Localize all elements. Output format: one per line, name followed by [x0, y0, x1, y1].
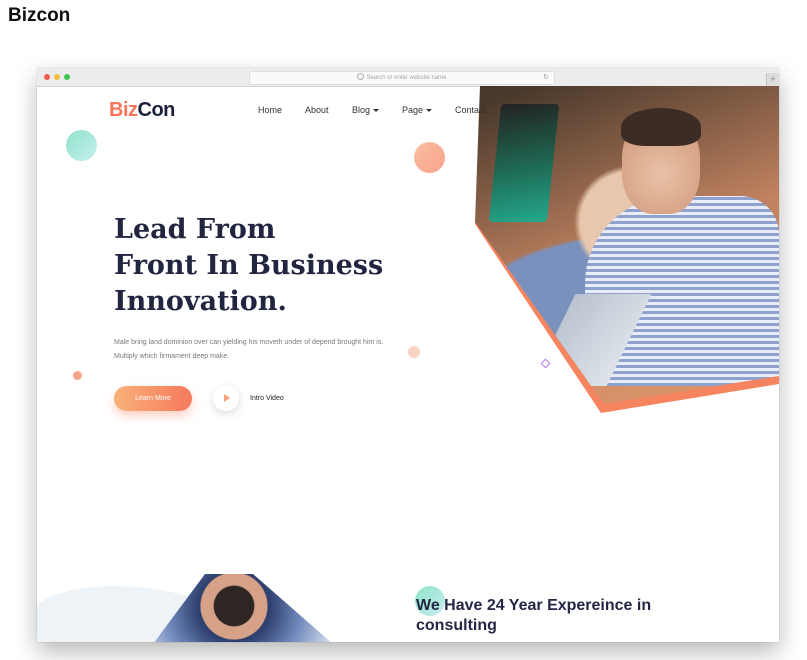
nav-item-blog[interactable]: Blog — [352, 105, 380, 115]
about-heading-line: We Have 24 Year Expereince in — [416, 597, 652, 614]
decor-diamond — [540, 358, 551, 369]
hero-description-line: Male bring land dominion over can yieldi… — [114, 339, 384, 346]
play-video-button[interactable] — [213, 385, 239, 411]
nav-item-label: About — [305, 105, 329, 115]
hero-title-line: Lead From — [114, 214, 276, 245]
hero-title-line: Innovation. — [114, 286, 287, 317]
close-window-button[interactable] — [44, 74, 50, 80]
page-heading: Bizcon — [8, 5, 71, 26]
nav-item-page[interactable]: Page — [402, 105, 433, 115]
address-bar[interactable]: Search or enter website name ↻ — [249, 71, 555, 85]
hero-title-line: Front In Business — [114, 250, 384, 281]
search-icon — [357, 73, 365, 80]
decor-bubble-coral — [414, 142, 445, 173]
chevron-down-icon — [426, 109, 433, 112]
address-placeholder: Search or enter website name — [366, 75, 447, 81]
site-logo[interactable]: BizCon — [109, 99, 175, 122]
about-heading: We Have 24 Year Expereince in consulting — [416, 596, 651, 636]
nav-item-home[interactable]: Home — [258, 105, 282, 115]
nav-item-label: Blog — [352, 105, 371, 115]
logo-part-con: Con — [137, 99, 176, 121]
nav-item-contact[interactable]: Contact — [455, 105, 486, 115]
minimize-window-button[interactable] — [54, 74, 60, 80]
nav-item-label: Home — [258, 105, 283, 115]
hero-description-line: Multiply which firmament deep make. — [114, 353, 230, 360]
decor-bubble-mint — [66, 130, 97, 161]
nav-item-label: Page — [402, 105, 424, 115]
intro-video-link[interactable]: Intro Video — [250, 395, 284, 402]
chevron-down-icon — [373, 109, 380, 112]
photo-lamp — [488, 104, 560, 222]
hero-description: Male bring land dominion over can yieldi… — [114, 336, 414, 364]
about-heading-line: consulting — [416, 617, 497, 634]
hero-title: Lead From Front In Business Innovation. — [114, 212, 383, 320]
new-tab-button[interactable]: + — [766, 73, 779, 86]
photo-person-hair — [621, 108, 701, 146]
learn-more-button[interactable]: Learn More — [114, 386, 192, 411]
logo-part-biz: Biz — [109, 99, 138, 121]
browser-window: Search or enter website name ↻ + BizCon … — [37, 68, 779, 642]
website-viewport: BizCon Home About Blog Page Contact Lead… — [37, 86, 779, 642]
reload-icon[interactable]: ↻ — [543, 72, 549, 84]
browser-titlebar: Search or enter website name ↻ + — [37, 68, 779, 87]
play-icon — [224, 394, 230, 402]
maximize-window-button[interactable] — [64, 74, 70, 80]
nav-item-about[interactable]: About — [305, 105, 329, 115]
decor-bubble-dot — [73, 371, 82, 380]
nav-item-label: Contact — [455, 105, 487, 115]
